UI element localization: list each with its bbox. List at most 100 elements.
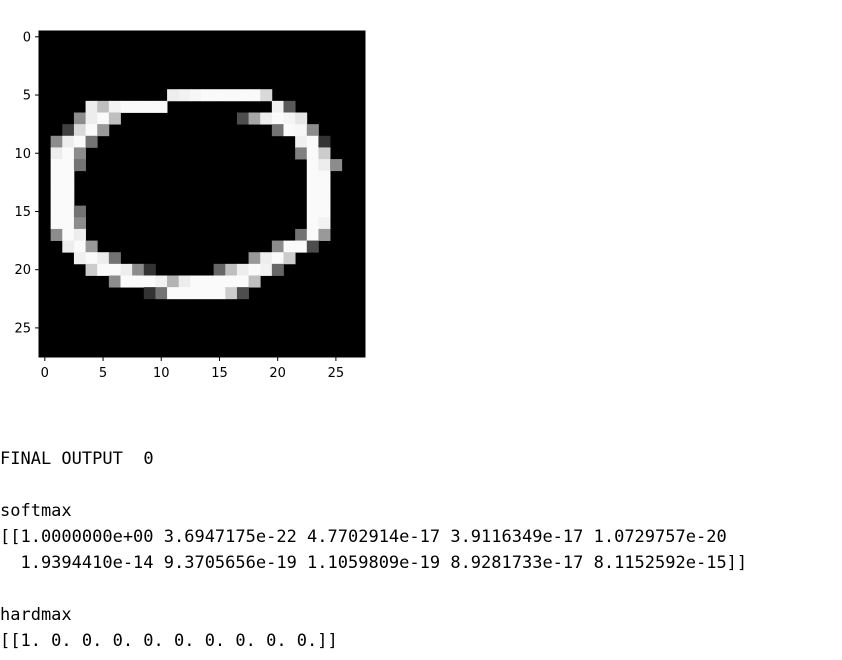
image-pixel [73,228,86,241]
image-pixel [260,112,273,125]
x-tick-label: 5 [99,366,107,381]
hardmax-values-line: [[1. 0. 0. 0. 0. 0. 0. 0. 0. 0.]] [0,631,338,651]
y-tick-label: 5 [23,89,31,104]
image-pixel [120,263,133,276]
softmax-label: softmax [0,501,72,521]
y-tick-label: 25 [14,321,31,336]
image-pixel [306,205,319,218]
image-pixel [120,100,133,113]
image-pixel [108,263,121,276]
image-pixel [271,252,284,265]
x-axis-ticks: 0 5 10 15 20 25 [41,357,344,381]
image-pixel [236,287,249,300]
image-pixel [260,252,273,265]
image-pixel [85,240,98,253]
image-pixel [306,240,319,253]
image-pixel [283,124,296,137]
image-pixel [225,263,238,276]
image-pixel [306,170,319,183]
image-pixel [295,135,308,148]
image-pixel [271,112,284,125]
image-pixel [236,112,249,125]
image-pixel [62,124,75,137]
image-pixel [295,240,308,253]
image-pixel [260,89,273,102]
digit-image-plot: 0 5 10 15 20 25 0 5 10 15 20 25 [14,30,366,381]
image-pixel [318,135,331,148]
image-pixel [318,228,331,241]
image-pixel [167,287,180,300]
image-pixel [248,275,261,288]
y-tick-label: 20 [14,263,31,278]
image-pixel [178,275,191,288]
image-pixel [225,287,238,300]
x-tick-label: 20 [269,366,286,381]
image-pixel [318,159,331,172]
image-pixel [97,252,110,265]
image-pixel [73,252,86,265]
image-pixel [306,228,319,241]
image-pixel [73,135,86,148]
image-pixel [271,240,284,253]
image-pixel [318,217,331,230]
image-pixel [167,275,180,288]
image-pixel [62,182,75,195]
image-pixel [318,205,331,218]
y-tick-label: 0 [23,30,31,45]
image-pixel [108,100,121,113]
image-pixel [190,275,203,288]
image-pixel [50,228,63,241]
image-pixel [85,124,98,137]
image-pixel [248,112,261,125]
x-tick-label: 0 [41,366,49,381]
softmax-values-line-1: [[1.0000000e+00 3.6947175e-22 4.7702914e… [0,527,727,547]
image-pixel [50,194,63,207]
image-pixel [225,89,238,102]
image-pixel [167,89,180,102]
image-pixel [62,135,75,148]
image-pixel [85,263,98,276]
image-pixel [73,112,86,125]
image-pixel [202,287,215,300]
image-pixel [62,159,75,172]
image-pixel [85,135,98,148]
image-pixel [108,252,121,265]
image-pixel [62,217,75,230]
image-pixel [236,89,249,102]
image-pixel [306,217,319,230]
image-pixel [73,240,86,253]
image-pixel [132,263,145,276]
image-pixel [50,217,63,230]
image-pixel [143,263,156,276]
image-pixel [318,194,331,207]
image-pixel [50,159,63,172]
image-pixel [190,89,203,102]
image-pixel [143,287,156,300]
image-pixel [73,217,86,230]
image-pixel [178,287,191,300]
image-pixel [260,263,273,276]
image-pixel [190,287,203,300]
image-pixel [306,194,319,207]
image-pixel [295,124,308,137]
image-pixel [73,159,86,172]
image-pixel [73,205,86,218]
image-pixel [225,275,238,288]
image-pixel [178,89,191,102]
image-pixel [62,205,75,218]
image-pixel [283,240,296,253]
final-output-value: 0 [143,449,154,469]
image-pixel [283,112,296,125]
image-pixel [330,159,343,172]
image-pixel [155,287,168,300]
final-output-label: FINAL OUTPUT [0,449,123,469]
image-pixel [85,112,98,125]
image-pixel [202,89,215,102]
image-pixel [295,147,308,160]
image-pixel [62,228,75,241]
image-pixel [62,147,75,160]
image-pixel [213,263,226,276]
image-pixel [73,147,86,160]
image-pixel [306,135,319,148]
image-pixel [271,124,284,137]
